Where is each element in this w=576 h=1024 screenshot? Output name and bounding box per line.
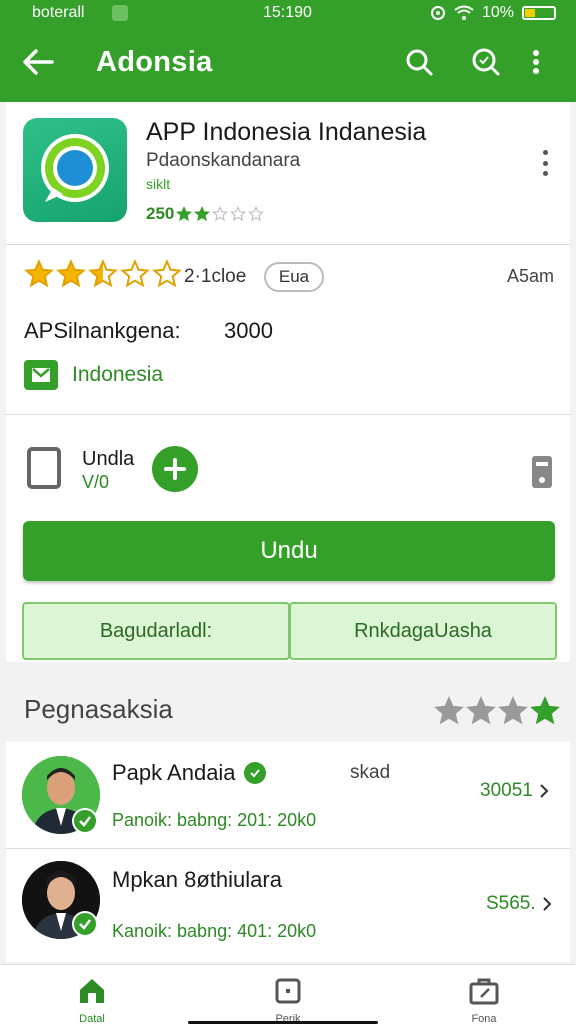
- nav-label: Datal: [79, 1013, 105, 1024]
- back-button[interactable]: [20, 44, 56, 80]
- reviewer-name: Papk Andaia: [112, 760, 236, 785]
- briefcase-icon: [469, 978, 499, 1005]
- page-title: Adonsia: [96, 46, 213, 78]
- meta-value: 3000: [224, 318, 273, 343]
- review-list: Papk Andaia skad Panoik: babng: 201: 20k…: [6, 742, 570, 962]
- square-icon: [275, 978, 301, 1004]
- review-count-link[interactable]: S565.: [486, 893, 552, 915]
- checkmark-icon: [24, 360, 58, 390]
- country-label: Indonesia: [72, 363, 164, 386]
- tablet-icon: [26, 446, 62, 495]
- reviewer-name-row: Mpkan 8øthiulara: [112, 867, 282, 893]
- star-icon: [212, 206, 229, 222]
- secondary-button-right[interactable]: RnkdagaUasha: [289, 602, 557, 660]
- country-row: Indonesia: [24, 360, 163, 390]
- reviewer-name-row: Papk Andaia: [112, 760, 266, 786]
- star-icon: [530, 696, 560, 725]
- reviewer-name: Mpkan 8øthiulara: [112, 867, 282, 892]
- search-filter-button[interactable]: [468, 44, 504, 80]
- app-icon[interactable]: [23, 118, 127, 222]
- chevron-right-icon: [542, 897, 552, 911]
- star-icon: [248, 206, 265, 222]
- status-bar: boterall 15:190 10%: [0, 0, 576, 28]
- chevron-right-icon: [540, 784, 549, 798]
- star-icon: [56, 259, 86, 288]
- app-header: boterall 15:190 10% Adonsia: [0, 0, 576, 102]
- download-version: V/0: [82, 472, 110, 492]
- app-rating-stars: [176, 206, 265, 222]
- rating-stars[interactable]: [24, 259, 182, 289]
- app-rating-value: 250: [146, 204, 175, 223]
- search-icon: [406, 49, 433, 76]
- nav-item-apps[interactable]: Perik: [228, 977, 348, 1024]
- app-rating: 250: [146, 204, 265, 224]
- check-badge-icon: [243, 762, 266, 784]
- star-icon: [434, 696, 464, 725]
- rating-pill[interactable]: Eua: [264, 262, 324, 292]
- reviews-title: Pegnasaksia: [24, 694, 173, 724]
- star-icon: [466, 696, 496, 725]
- review-count: 30051: [480, 780, 533, 801]
- add-button[interactable]: [152, 446, 198, 492]
- carrier-label: boterall: [32, 4, 85, 21]
- rating-count: 2·1cloe: [184, 266, 247, 287]
- star-icon: [230, 206, 247, 222]
- divider: [6, 244, 570, 245]
- app-developer[interactable]: Pdaonskandanara: [146, 150, 300, 172]
- list-item[interactable]: Mpkan 8øthiulara Kanoik: babng: 401: 20k…: [6, 849, 570, 955]
- battery-icon: [522, 6, 556, 20]
- review-count-link[interactable]: 30051: [480, 780, 549, 802]
- alarm-icon: [430, 6, 445, 20]
- chat-bubble-icon: [41, 134, 109, 202]
- age-rating: A5am: [506, 266, 554, 286]
- divider: [6, 414, 570, 415]
- star-icon: [152, 259, 182, 288]
- star-icon: [120, 259, 150, 288]
- plus-icon: [164, 458, 186, 480]
- bottom-nav: Datal Perik Fona: [0, 964, 576, 1024]
- app-more-button[interactable]: [530, 150, 560, 176]
- home-icon: [80, 979, 104, 1003]
- reviews-stars[interactable]: [434, 696, 560, 726]
- reviewer-tag: skad: [350, 762, 391, 783]
- list-item[interactable]: Papk Andaia skad Panoik: babng: 201: 20k…: [6, 742, 570, 848]
- star-icon: [24, 259, 54, 288]
- nav-item-home[interactable]: Datal: [32, 977, 152, 1024]
- app-card: APP Indonesia Indanesia Pdaonskandanara …: [6, 102, 570, 662]
- verified-icon: [72, 911, 98, 937]
- nav-item-library[interactable]: Fona: [424, 977, 544, 1024]
- review-count: S565.: [486, 893, 536, 914]
- wifi-icon: [454, 5, 474, 20]
- search-button[interactable]: [401, 44, 437, 80]
- phone-icon: [530, 454, 554, 495]
- star-icon: [194, 206, 211, 222]
- battery-label: 10%: [481, 4, 514, 21]
- arrow-left-icon: [23, 49, 54, 75]
- meta-key: APSilnankgena:: [24, 318, 181, 343]
- verified-icon: [72, 808, 98, 834]
- more-vert-icon: [533, 50, 539, 74]
- search-check-icon: [472, 48, 500, 76]
- clock: 15:190: [263, 4, 312, 21]
- signal-icon: [112, 5, 128, 21]
- star-icon: [176, 206, 193, 222]
- app-title: APP Indonesia Indanesia: [146, 118, 427, 146]
- overflow-menu-button[interactable]: [526, 44, 546, 80]
- nav-label: Fona: [471, 1013, 497, 1024]
- download-button[interactable]: Undu: [23, 521, 555, 581]
- download-label: Undla: [82, 448, 135, 470]
- app-category-tag: siklt: [146, 176, 171, 192]
- status-right: 10%: [430, 4, 556, 22]
- secondary-button-left[interactable]: Bagudarladl:: [22, 602, 290, 660]
- star-icon: [88, 259, 118, 288]
- review-meta: Panoik: babng: 201: 20k0: [112, 810, 317, 830]
- review-meta: Kanoik: babng: 401: 20k0: [112, 921, 317, 941]
- star-icon: [498, 696, 528, 725]
